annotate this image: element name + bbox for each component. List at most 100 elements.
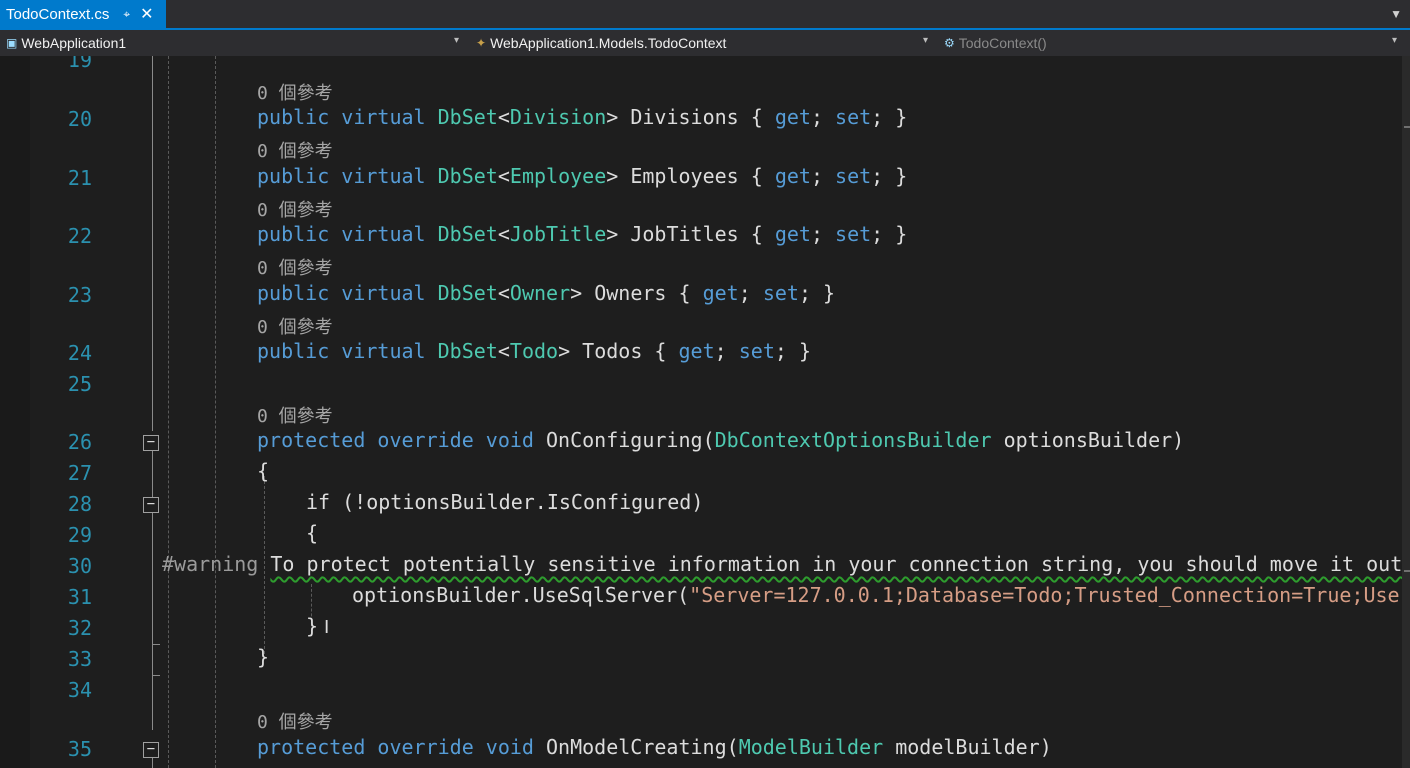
connection-string: "Server=127.0.0.1;Database=Todo;Trusted_…	[689, 583, 1410, 607]
code-line-23: public virtual DbSet<Owner> Owners { get…	[257, 281, 836, 305]
outline-end-tick	[152, 644, 160, 645]
code-line-35: protected override void OnModelCreating(…	[257, 735, 1052, 759]
project-name: WebApplication1	[21, 35, 127, 51]
code-line-27: {	[257, 459, 270, 483]
code-line-22: public virtual DbSet<JobTitle> JobTitles…	[257, 222, 908, 246]
keyword-get: get	[702, 281, 739, 305]
line-number: 23	[67, 283, 92, 307]
code-lens-references[interactable]: 0 個參考	[257, 254, 333, 279]
document-tab-strip: TodoContext.cs ⌖ ✕ ▼	[0, 0, 1410, 30]
outline-end-tick	[152, 675, 160, 676]
indent-guide	[168, 56, 169, 768]
chevron-down-icon[interactable]: ▼	[1390, 7, 1402, 21]
keyword-virtual: virtual	[341, 339, 426, 363]
navigation-bar: ▣ WebApplication1 ▾ ✦ WebApplication1.Mo…	[0, 30, 1410, 56]
line-number: 22	[67, 224, 92, 248]
type-dbset: DbSet	[437, 164, 498, 188]
code-lens-references[interactable]: 0 個參考	[257, 79, 333, 104]
keyword-override: override	[377, 735, 474, 759]
warning-directive: #warning	[162, 552, 259, 576]
keyword-get: get	[678, 339, 715, 363]
keyword-protected: protected	[257, 428, 366, 452]
vertical-scrollbar[interactable]	[1402, 56, 1410, 768]
line-number: 32	[67, 616, 92, 640]
member-dropdown[interactable]: ⚙ TodoContext()	[944, 30, 1047, 56]
chevron-down-icon[interactable]: ▾	[1392, 35, 1397, 46]
outline-bar	[152, 450, 153, 730]
line-number: 27	[67, 461, 92, 485]
collapse-toggle[interactable]: −	[143, 497, 159, 513]
code-lens-references[interactable]: 0 個參考	[257, 402, 333, 427]
code-lens-references[interactable]: 0 個參考	[257, 196, 333, 221]
collapse-toggle[interactable]: −	[143, 435, 159, 451]
property-name: Divisions	[630, 105, 739, 129]
type-dbset: DbSet	[437, 222, 498, 246]
code-lens-references[interactable]: 0 個參考	[257, 137, 333, 162]
scrollbar-marker	[1404, 126, 1410, 128]
code-line-33: }	[257, 645, 270, 669]
property-name: Employees	[630, 164, 739, 188]
csharp-project-icon: ▣	[6, 36, 18, 50]
keyword-protected: protected	[257, 735, 366, 759]
type-arg: Employee	[509, 164, 607, 188]
code-editor[interactable]: 19 0 個參考 20 public virtual DbSet<Divisio…	[0, 56, 1410, 768]
keyword-get: get	[774, 105, 811, 129]
pin-icon[interactable]: ⌖	[123, 7, 130, 22]
type-dbset: DbSet	[437, 281, 498, 305]
chevron-down-icon[interactable]: ▾	[923, 35, 928, 46]
keyword-get: get	[774, 222, 811, 246]
code-line-24: public virtual DbSet<Todo> Todos { get; …	[257, 339, 811, 363]
param-name: optionsBuilder)	[991, 428, 1185, 452]
code-line-29: {	[306, 521, 319, 545]
line-number: 34	[67, 678, 92, 702]
class-icon: ✦	[476, 36, 487, 50]
property-name: Owners	[594, 281, 667, 305]
line-number: 25	[67, 372, 92, 396]
keyword-set: set	[835, 164, 872, 188]
close-icon[interactable]: ✕	[140, 4, 153, 24]
keyword-public: public	[257, 222, 330, 246]
type-arg: Division	[509, 105, 607, 129]
indent-guide	[215, 56, 216, 768]
line-number: 29	[67, 523, 92, 547]
line-number: 20	[67, 107, 92, 131]
tab-todocontext[interactable]: TodoContext.cs ⌖ ✕	[0, 0, 166, 28]
line-number: 35	[67, 737, 92, 761]
type-arg: Todo	[509, 339, 559, 363]
code-lens-references[interactable]: 0 個參考	[257, 313, 333, 338]
type-dbset: DbSet	[437, 105, 498, 129]
line-number: 21	[67, 166, 92, 190]
property-name: Todos	[582, 339, 643, 363]
type-model-builder: ModelBuilder	[738, 735, 884, 759]
line-number: 31	[67, 585, 92, 609]
chevron-down-icon[interactable]: ▾	[454, 35, 459, 46]
keyword-public: public	[257, 105, 330, 129]
keyword-set: set	[835, 222, 872, 246]
class-dropdown[interactable]: ✦ WebApplication1.Models.TodoContext	[476, 30, 726, 56]
line-number: 28	[67, 492, 92, 516]
code-line-30: #warning To protect potentially sensitiv…	[162, 552, 1410, 582]
keyword-virtual: virtual	[341, 281, 426, 305]
text-cursor-icon: I	[324, 617, 330, 638]
line-number: 24	[67, 341, 92, 365]
code-line-32: }	[306, 614, 319, 638]
keyword-public: public	[257, 164, 330, 188]
type-dbset: DbSet	[437, 339, 498, 363]
method-icon: ⚙	[944, 36, 955, 50]
code-line-26: protected override void OnConfiguring(Db…	[257, 428, 1185, 452]
member-name: TodoContext()	[958, 35, 1047, 51]
keyword-override: override	[377, 428, 474, 452]
line-number: 19	[67, 56, 92, 72]
keyword-virtual: virtual	[341, 105, 426, 129]
project-dropdown[interactable]: ▣ WebApplication1	[6, 30, 126, 56]
type-options-builder: DbContextOptionsBuilder	[714, 428, 992, 452]
code-lens-references[interactable]: 0 個參考	[257, 708, 333, 733]
code-line-28: if (!optionsBuilder.IsConfigured)	[306, 490, 704, 514]
keyword-set: set	[835, 105, 872, 129]
keyword-void: void	[485, 735, 534, 759]
keyword-void: void	[485, 428, 534, 452]
code-line-21: public virtual DbSet<Employee> Employees…	[257, 164, 908, 188]
keyword-set: set	[738, 339, 775, 363]
collapse-toggle[interactable]: −	[143, 742, 159, 758]
line-number: 33	[67, 647, 92, 671]
